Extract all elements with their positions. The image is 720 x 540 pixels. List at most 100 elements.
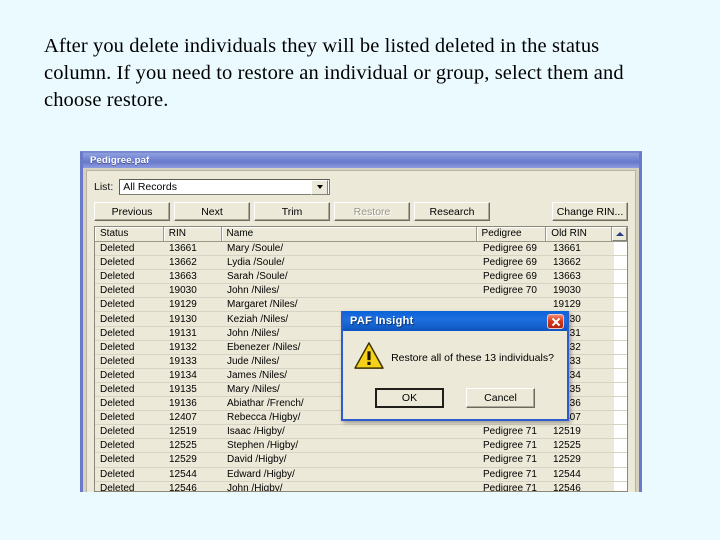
cell-status: Deleted: [100, 383, 135, 395]
cell-rin: 13662: [169, 257, 197, 269]
cell-status: Deleted: [100, 257, 135, 269]
row-filler: [614, 256, 627, 270]
cancel-button[interactable]: Cancel: [466, 388, 535, 408]
slide-caption: After you delete individuals they will b…: [44, 33, 660, 114]
cell-pedigree: Pedigree 71: [483, 426, 537, 438]
cell-old-rin: 13662: [553, 257, 581, 269]
grid-header-row: Status RIN Name Pedigree Old RIN: [95, 227, 627, 242]
cell-status: Deleted: [100, 243, 135, 255]
table-row[interactable]: Deleted 19030 John /Niles/Pedigree 70 19030: [95, 284, 627, 299]
list-filter-row: List: All Records: [94, 179, 331, 195]
cell-rin: 19136: [169, 398, 197, 410]
cell-rin: 19132: [169, 341, 197, 353]
row-filler: [614, 312, 627, 326]
cell-status: Deleted: [100, 440, 135, 452]
cell-status: Deleted: [100, 482, 135, 492]
cell-old-rin: 19030: [553, 285, 581, 297]
cell-rin: 19030: [169, 285, 197, 297]
ok-button[interactable]: OK: [375, 388, 444, 408]
caption-text: After you delete individuals they will b…: [44, 35, 624, 111]
cell-name: David /Higby/: [227, 454, 287, 466]
cell-pedigree: Pedigree 69: [483, 243, 537, 255]
cell-status: Deleted: [100, 299, 135, 311]
cell-status: Deleted: [100, 398, 135, 410]
cell-name: Stephen /Higby/: [227, 440, 299, 452]
cell-old-rin: 13661: [553, 243, 581, 255]
cell-old-rin: 12544: [553, 468, 581, 480]
cell-name: John /Niles/: [227, 285, 280, 297]
change-rin-button[interactable]: Change RIN...: [552, 202, 628, 221]
row-filler: [614, 368, 627, 382]
toolbar: Previous Next Trim Restore Research Chan…: [94, 202, 628, 221]
cell-name: Sarah /Soule/: [227, 271, 288, 283]
cell-pedigree: Pedigree 71: [483, 454, 537, 466]
cell-status: Deleted: [100, 369, 135, 381]
cell-pedigree: Pedigree 71: [483, 468, 537, 480]
research-button[interactable]: Research: [414, 202, 490, 221]
cell-status: Deleted: [100, 426, 135, 438]
window-titlebar: Pedigree.paf: [83, 153, 639, 168]
cell-name: John /Higby/: [227, 482, 283, 492]
cell-pedigree: Pedigree 70: [483, 285, 537, 297]
dialog-message: Restore all of these 13 individuals?: [391, 352, 554, 364]
cell-old-rin: 12525: [553, 440, 581, 452]
cell-rin: 12544: [169, 468, 197, 480]
table-row[interactable]: Deleted 13661 Mary /Soule/Pedigree 69 13661: [95, 242, 627, 257]
cell-status: Deleted: [100, 341, 135, 353]
cell-status: Deleted: [100, 355, 135, 367]
row-filler: [614, 242, 627, 256]
row-filler: [614, 298, 627, 312]
table-row[interactable]: Deleted 12519 Isaac /Higby/Pedigree 71 1251…: [95, 425, 627, 440]
cell-rin: 12529: [169, 454, 197, 466]
cell-name: Isaac /Higby/: [227, 426, 285, 438]
cell-status: Deleted: [100, 313, 135, 325]
dialog-buttons: OK Cancel: [343, 388, 567, 408]
dialog-title: PAF Insight: [350, 315, 414, 327]
cell-rin: 13663: [169, 271, 197, 283]
table-row[interactable]: Deleted 12525 Stephen /Higby/Pedigree 71 12…: [95, 439, 627, 454]
cell-name: Edward /Higby/: [227, 468, 295, 480]
cell-status: Deleted: [100, 271, 135, 283]
cell-rin: 19133: [169, 355, 197, 367]
table-row[interactable]: Deleted 12546 John /Higby/Pedigree 71 12546: [95, 481, 627, 492]
cell-pedigree: Pedigree 71: [483, 440, 537, 452]
cell-name: Margaret /Niles/: [227, 299, 298, 311]
cell-old-rin: 12546: [553, 482, 581, 492]
dialog-titlebar: PAF Insight: [343, 311, 567, 331]
list-select-value: All Records: [123, 181, 177, 193]
chevron-down-icon[interactable]: [311, 179, 329, 195]
cell-pedigree: Pedigree 69: [483, 257, 537, 269]
column-header-pedigree[interactable]: Pedigree: [476, 227, 547, 241]
row-filler: [614, 284, 627, 298]
cell-rin: 19135: [169, 383, 197, 395]
cell-rin: 12407: [169, 412, 197, 424]
trim-button[interactable]: Trim: [254, 202, 330, 221]
row-filler: [614, 481, 627, 491]
column-header-old-rin[interactable]: Old RIN: [546, 227, 613, 241]
column-header-status[interactable]: Status: [95, 227, 164, 241]
row-filler: [614, 411, 627, 425]
cell-old-rin: 12519: [553, 426, 581, 438]
table-row[interactable]: Deleted 13662 Lydia /Soule/Pedigree 69 1366…: [95, 256, 627, 271]
list-select[interactable]: All Records: [119, 179, 331, 195]
cell-status: Deleted: [100, 412, 135, 424]
cell-pedigree: Pedigree 71: [483, 482, 537, 492]
list-label: List:: [94, 181, 114, 193]
column-header-rin[interactable]: RIN: [163, 227, 222, 241]
scroll-up-button[interactable]: [612, 227, 627, 241]
next-button[interactable]: Next: [174, 202, 250, 221]
cell-rin: 13661: [169, 243, 197, 255]
column-header-name[interactable]: Name: [221, 227, 477, 241]
restore-button[interactable]: Restore: [334, 202, 410, 221]
cell-status: Deleted: [100, 468, 135, 480]
table-row[interactable]: Deleted 12544 Edward /Higby/Pedigree 71 125…: [95, 467, 627, 482]
previous-button[interactable]: Previous: [94, 202, 170, 221]
cell-name: Mary /Soule/: [227, 243, 284, 255]
cell-rin: 19134: [169, 369, 197, 381]
row-filler: [614, 467, 627, 481]
row-filler: [614, 270, 627, 284]
close-icon[interactable]: [547, 313, 564, 329]
table-row[interactable]: Deleted 12529 David /Higby/Pedigree 71 1252…: [95, 453, 627, 468]
cell-rin: 12525: [169, 440, 197, 452]
table-row[interactable]: Deleted 13663 Sarah /Soule/Pedigree 69 1366…: [95, 270, 627, 285]
